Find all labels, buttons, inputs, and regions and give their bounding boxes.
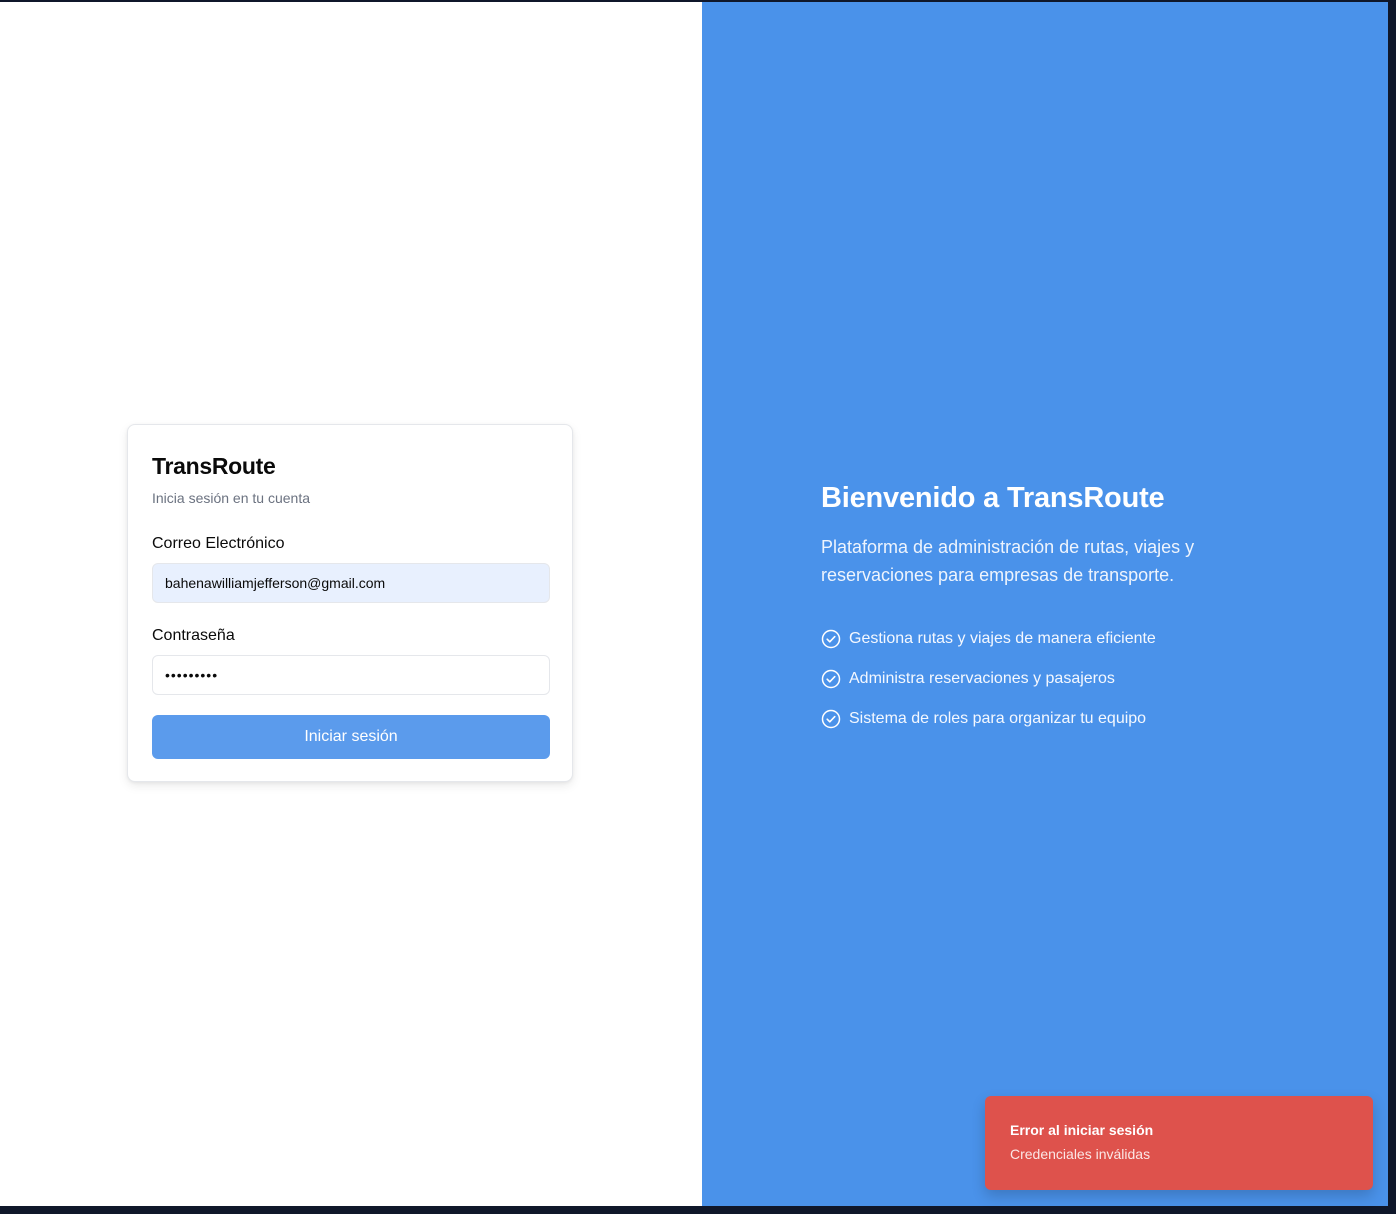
email-field[interactable] — [152, 563, 550, 603]
check-circle-icon — [821, 709, 841, 729]
feature-item: Gestiona rutas y viajes de manera eficie… — [821, 619, 1241, 659]
toast-description: Credenciales inválidas — [1010, 1146, 1151, 1162]
welcome-section: Bienvenido a TransRoute Plataforma de ad… — [821, 482, 1241, 739]
app-window: TransRoute Inicia sesión en tu cuenta Co… — [0, 2, 1388, 1206]
welcome-panel: Bienvenido a TransRoute Plataforma de ad… — [702, 2, 1388, 1206]
feature-label: Sistema de roles para organizar tu equip… — [849, 710, 1147, 727]
welcome-description: Plataforma de administración de rutas, v… — [821, 537, 1195, 585]
feature-label: Gestiona rutas y viajes de manera eficie… — [849, 630, 1156, 647]
check-circle-icon — [821, 669, 841, 689]
feature-label: Administra reservaciones y pasajeros — [849, 670, 1115, 687]
toast-title: Error al iniciar sesión — [1010, 1122, 1154, 1138]
password-field[interactable] — [152, 655, 550, 695]
feature-item: Administra reservaciones y pasajeros — [821, 659, 1241, 699]
card-subtitle: Inicia sesión en tu cuenta — [152, 490, 310, 506]
login-panel: TransRoute Inicia sesión en tu cuenta Co… — [0, 2, 702, 1206]
feature-item: Sistema de roles para organizar tu equip… — [821, 699, 1241, 739]
email-label: Correo Electrónico — [152, 535, 285, 552]
card-title: TransRoute — [152, 453, 276, 479]
error-toast[interactable]: Error al iniciar sesión Credenciales inv… — [985, 1096, 1373, 1190]
welcome-title: Bienvenido a TransRoute — [821, 482, 1165, 514]
check-circle-icon — [821, 629, 841, 649]
login-button[interactable]: Iniciar sesión — [152, 715, 550, 759]
login-card: TransRoute Inicia sesión en tu cuenta Co… — [127, 424, 573, 782]
password-label: Contraseña — [152, 627, 235, 644]
feature-list: Gestiona rutas y viajes de manera eficie… — [821, 619, 1241, 739]
